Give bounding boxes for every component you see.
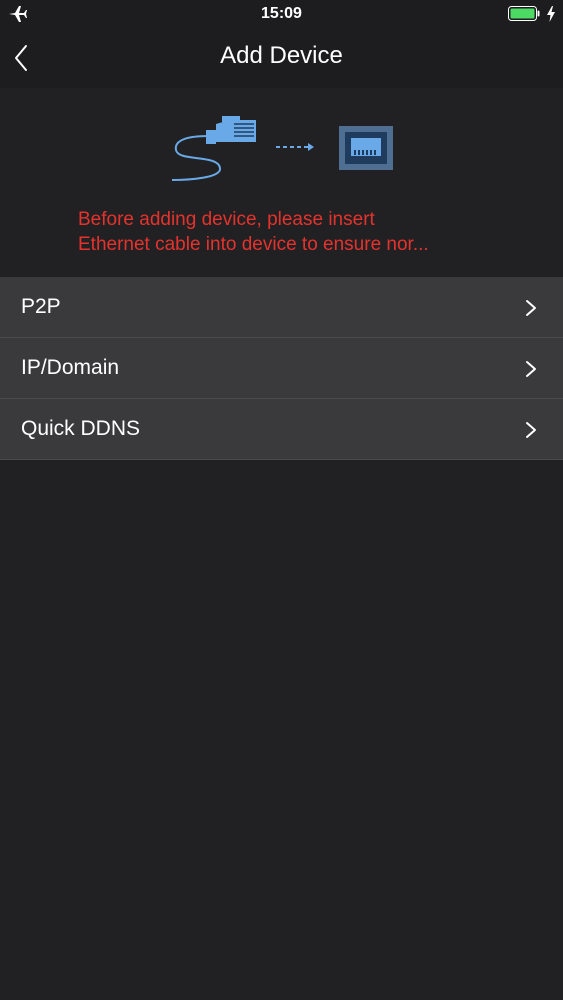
- bolt-icon: [547, 6, 555, 22]
- menu-item-label: Quick DDNS: [21, 417, 141, 440]
- menu-item-ip-domain[interactable]: IP/Domain: [0, 338, 563, 399]
- menu-item-p2p[interactable]: P2P: [0, 277, 563, 338]
- menu-item-quick-ddns[interactable]: Quick DDNS: [0, 399, 563, 460]
- page-title: Add Device: [220, 42, 343, 69]
- add-device-screen: 15:09 Add Device Before adding device, p…: [0, 0, 563, 1000]
- hint-line-2: Ethernet cable into device to ensure nor…: [78, 234, 429, 255]
- ethernet-cable-to-port-icon: [171, 116, 393, 181]
- status-time: 15:09: [261, 5, 302, 22]
- chevron-right-icon: [526, 300, 536, 316]
- navigation-bar: Add Device: [0, 30, 563, 88]
- hint-line-1: Before adding device, please insert: [78, 209, 375, 230]
- chevron-right-icon: [526, 422, 536, 438]
- battery-icon: [508, 6, 540, 21]
- menu-item-label: IP/Domain: [21, 356, 120, 379]
- hint-message: Before adding device, please insert Ethe…: [78, 207, 548, 257]
- chevron-right-icon: [526, 361, 536, 377]
- hint-area: Before adding device, please insert Ethe…: [0, 88, 563, 277]
- add-method-list: P2P IP/Domain Quick DDNS: [0, 277, 563, 460]
- status-bar: 15:09: [0, 0, 563, 30]
- menu-item-label: P2P: [21, 295, 61, 318]
